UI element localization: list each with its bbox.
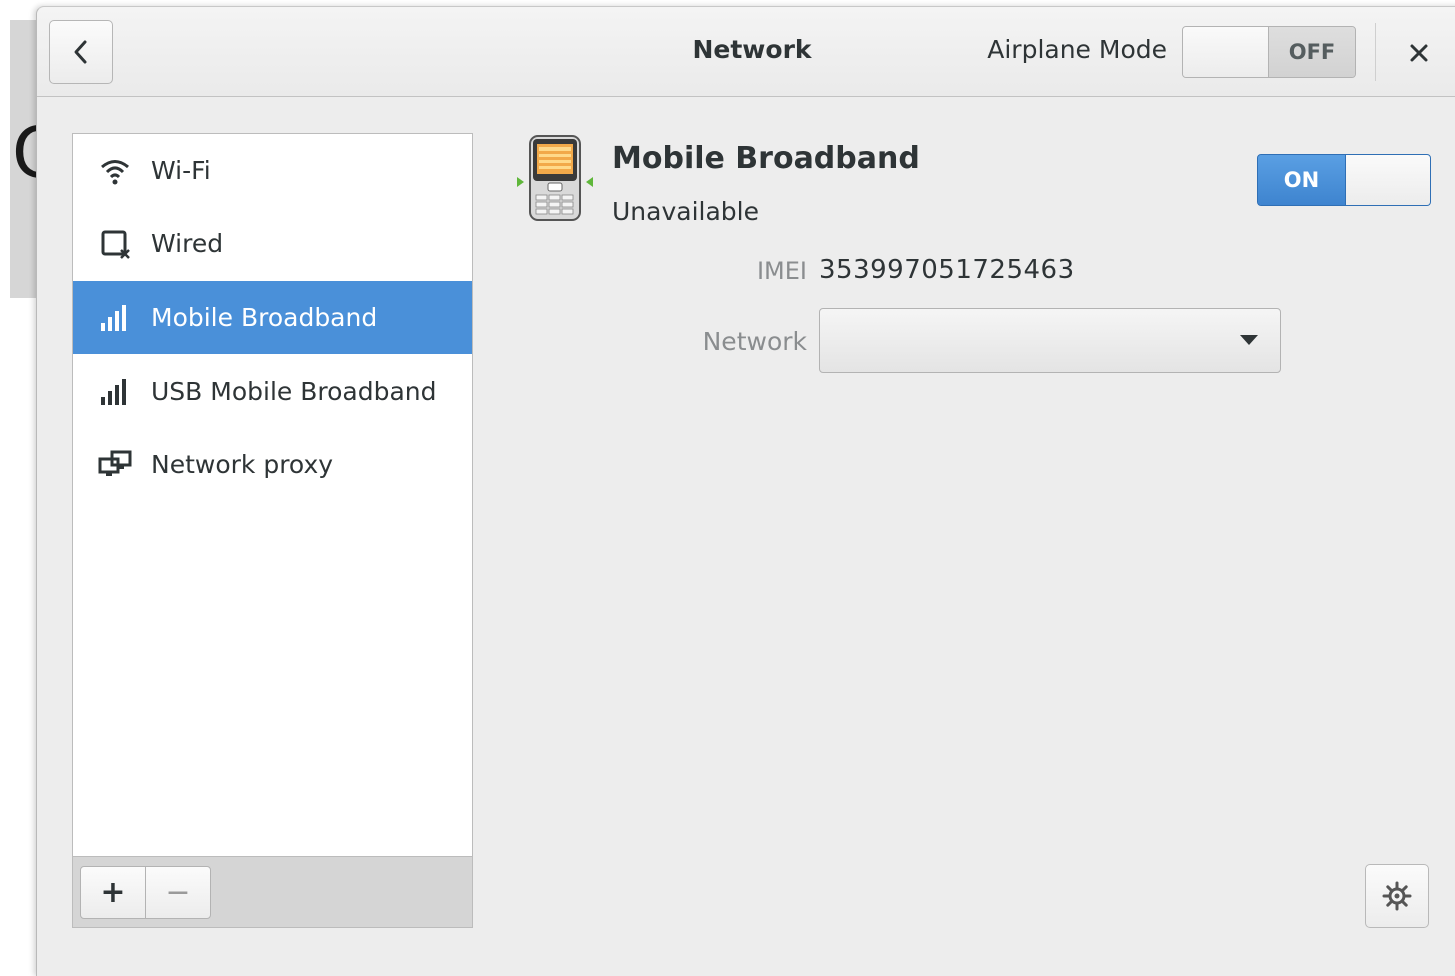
device-power-switch[interactable]: ON — [1257, 154, 1431, 206]
wifi-icon — [97, 153, 133, 189]
close-icon — [1410, 44, 1428, 62]
device-power-state: ON — [1258, 155, 1345, 205]
back-button[interactable] — [49, 20, 113, 84]
airplane-mode-state: OFF — [1269, 27, 1355, 77]
sidebar-item-usb-mobile-broadband[interactable]: USB Mobile Broadband — [73, 355, 472, 428]
mobile-phone-icon — [515, 133, 595, 223]
wired-network-icon — [97, 226, 133, 262]
sidebar-item-network-proxy[interactable]: Network proxy — [73, 428, 472, 501]
sidebar-item-mobile-broadband[interactable]: Mobile Broadband — [73, 281, 472, 354]
gear-icon — [1382, 881, 1412, 911]
switch-knob — [1183, 27, 1269, 77]
sidebar-item-label: Mobile Broadband — [151, 303, 378, 332]
chevron-left-icon — [74, 40, 87, 64]
network-dropdown[interactable] — [819, 308, 1281, 373]
settings-button[interactable] — [1365, 864, 1429, 928]
airplane-mode-switch[interactable]: OFF — [1182, 26, 1356, 78]
dropdown-arrow-icon — [1240, 335, 1258, 345]
sidebar-toolbar: + − — [73, 856, 472, 927]
device-status: Unavailable — [612, 197, 759, 226]
connection-sidebar: Wi-Fi Wired Mobile Broadband USB Mobile … — [72, 133, 473, 928]
header-separator — [1375, 23, 1376, 81]
header-bar: Network Airplane Mode OFF — [37, 7, 1455, 97]
sidebar-item-label: Wired — [151, 229, 224, 258]
network-label: Network — [702, 327, 807, 356]
device-name: Mobile Broadband — [612, 141, 920, 176]
switch-knob — [1345, 155, 1430, 205]
connection-list: Wi-Fi Wired Mobile Broadband USB Mobile … — [73, 134, 472, 856]
sidebar-item-wired[interactable]: Wired — [73, 207, 472, 280]
window-title: Network — [692, 35, 812, 64]
add-connection-button[interactable]: + — [80, 866, 146, 919]
network-proxy-icon — [97, 447, 133, 483]
signal-bars-icon — [97, 300, 133, 336]
imei-value: 353997051725463 — [819, 255, 1075, 285]
imei-label: IMEI — [756, 257, 807, 285]
network-settings-window: Network Airplane Mode OFF Wi-Fi Wired Mo… — [36, 6, 1455, 976]
remove-connection-button[interactable]: − — [145, 866, 211, 919]
signal-bars-icon — [97, 374, 133, 410]
sidebar-item-label: Network proxy — [151, 450, 334, 479]
close-button[interactable] — [1401, 35, 1437, 71]
sidebar-item-label: Wi-Fi — [151, 156, 211, 185]
sidebar-item-label: USB Mobile Broadband — [151, 377, 437, 406]
sidebar-item-wifi[interactable]: Wi-Fi — [73, 134, 472, 207]
airplane-mode-label: Airplane Mode — [987, 35, 1167, 64]
